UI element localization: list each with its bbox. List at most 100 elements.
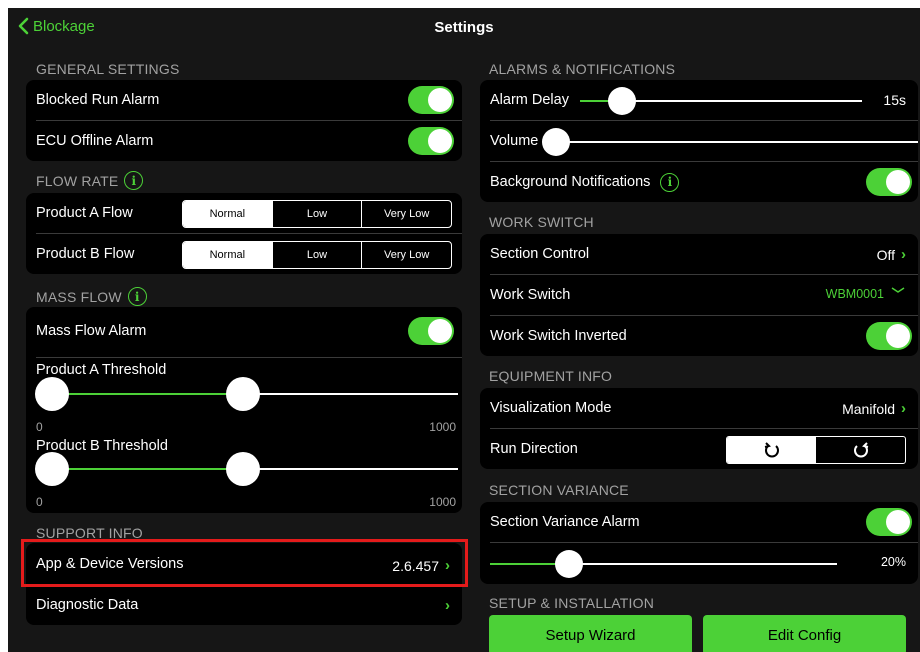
segment-normal[interactable]: Normal (183, 201, 272, 227)
nav-bar: Blockage Settings (8, 8, 920, 50)
product-a-max-label: 1000 (429, 420, 456, 434)
rotate-clockwise-icon (764, 442, 779, 458)
equipment-info-card: Visualization Mode Manifold › Run Directi… (480, 388, 918, 469)
run-direction-label: Run Direction (490, 441, 578, 457)
blocked-run-alarm-label: Blocked Run Alarm (36, 92, 160, 108)
ecu-offline-alarm-row: ECU Offline Alarm (36, 121, 462, 161)
section-variance-value: 20% (880, 555, 906, 569)
mass-flow-card: Mass Flow Alarm Product A Threshold 0 10… (26, 307, 462, 513)
toggle-knob (428, 129, 452, 153)
chevron-right-icon: › (445, 557, 450, 574)
alarm-delay-value: 15s (883, 92, 906, 108)
run-direction-segmented[interactable] (726, 436, 906, 464)
visualization-mode-value: Manifold › (842, 400, 906, 417)
product-a-flow-label: Product A Flow (36, 205, 133, 221)
product-a-flow-segmented[interactable]: Normal Low Very Low (182, 200, 452, 228)
product-b-min-thumb[interactable] (35, 452, 69, 486)
work-switch-label: Work Switch (490, 287, 571, 303)
general-settings-card: Blocked Run Alarm ECU Offline Alarm (26, 80, 462, 161)
mass-flow-alarm-label: Mass Flow Alarm (36, 323, 147, 339)
work-switch-value: WBM0001 (826, 287, 906, 301)
settings-screen: Blockage Settings GENERAL SETTINGS Block… (8, 8, 920, 652)
visualization-mode-label: Visualization Mode (490, 400, 612, 416)
work-switch-inverted-toggle[interactable] (866, 322, 912, 350)
divider (36, 357, 462, 358)
volume-thumb[interactable] (542, 128, 570, 156)
segment-low[interactable]: Low (271, 242, 362, 268)
mass-flow-alarm-row: Mass Flow Alarm (36, 311, 462, 351)
alarm-delay-thumb[interactable] (608, 87, 636, 115)
ecu-offline-alarm-toggle[interactable] (408, 127, 454, 155)
section-variance-alarm-row: Section Variance Alarm (490, 502, 918, 542)
background-notifications-row: Background Notifications i (490, 162, 918, 202)
section-variance-card: Section Variance Alarm 20% (480, 502, 918, 584)
product-a-threshold-label: Product A Threshold (36, 362, 167, 378)
segment-low[interactable]: Low (271, 201, 362, 227)
section-variance-alarm-label: Section Variance Alarm (490, 514, 640, 530)
rotate-clockwise-option[interactable] (727, 437, 816, 463)
toggle-knob (886, 324, 910, 348)
product-b-flow-label: Product B Flow (36, 246, 135, 262)
setup-installation-header: SETUP & INSTALLATION (489, 595, 655, 611)
diagnostic-data-row[interactable]: Diagnostic Data (36, 585, 462, 625)
chevron-right-icon: › (901, 400, 906, 417)
volume-track[interactable] (548, 141, 918, 143)
flow-rate-header: FLOW RATE i (36, 171, 144, 190)
chevron-right-icon: › (901, 246, 906, 263)
product-a-min-thumb[interactable] (35, 377, 69, 411)
mass-flow-alarm-toggle[interactable] (408, 317, 454, 345)
general-settings-header: GENERAL SETTINGS (36, 61, 180, 77)
section-control-value: Off › (876, 246, 906, 263)
info-icon[interactable]: i (127, 287, 147, 306)
chevron-right-icon: › (445, 597, 450, 614)
product-a-max-thumb[interactable] (226, 377, 260, 411)
product-b-flow-segmented[interactable]: Normal Low Very Low (182, 241, 452, 269)
work-switch-header: WORK SWITCH (489, 214, 594, 230)
divider (490, 542, 918, 543)
alarms-notifications-header: ALARMS & NOTIFICATIONS (489, 61, 676, 77)
chevron-down-icon (891, 287, 905, 293)
support-info-card: App & Device Versions 2.6.457 › Diagnosti… (26, 543, 462, 625)
section-variance-thumb[interactable] (555, 550, 583, 578)
toggle-knob (886, 510, 910, 534)
alarms-card: Alarm Delay 15s Volume Background Notifi… (480, 80, 918, 202)
flow-rate-card: Product A Flow Normal Low Very Low Produ… (26, 193, 462, 274)
product-b-min-label: 0 (36, 495, 43, 509)
rotate-counterclockwise-icon (853, 442, 868, 458)
info-icon[interactable]: i (660, 172, 680, 192)
product-a-min-label: 0 (36, 420, 43, 434)
work-switch-inverted-row: Work Switch Inverted (490, 316, 918, 356)
segment-very-low[interactable]: Very Low (361, 201, 451, 227)
ecu-offline-alarm-label: ECU Offline Alarm (36, 133, 154, 149)
info-icon[interactable]: i (124, 171, 144, 190)
alarm-delay-label: Alarm Delay (490, 92, 569, 108)
work-switch-inverted-label: Work Switch Inverted (490, 328, 627, 344)
work-switch-card: Section Control Off › Work Switch WBM0001… (480, 234, 918, 356)
app-version-value: 2.6.457 › (392, 557, 450, 574)
section-control-row[interactable]: Section Control (490, 234, 918, 274)
blocked-run-alarm-row: Blocked Run Alarm (36, 80, 462, 120)
diagnostic-data-label: Diagnostic Data (36, 597, 139, 613)
equipment-info-header: EQUIPMENT INFO (489, 368, 613, 384)
section-variance-header: SECTION VARIANCE (489, 482, 629, 498)
rotate-counterclockwise-option[interactable] (816, 437, 905, 463)
background-notifications-label: Background Notifications (490, 174, 651, 190)
toggle-knob (428, 319, 452, 343)
app-device-versions-label: App & Device Versions (36, 556, 184, 572)
segment-very-low[interactable]: Very Low (361, 242, 451, 268)
blocked-run-alarm-toggle[interactable] (408, 86, 454, 114)
section-variance-alarm-toggle[interactable] (866, 508, 912, 536)
setup-wizard-button[interactable]: Setup Wizard (489, 615, 692, 652)
section-control-label: Section Control (490, 246, 590, 262)
volume-label: Volume (490, 133, 539, 149)
diagnostic-chevron: › (439, 597, 450, 614)
mass-flow-header: MASS FLOW i (36, 287, 147, 306)
toggle-knob (428, 88, 452, 112)
support-info-header: SUPPORT INFO (36, 525, 143, 541)
toggle-knob (886, 170, 910, 194)
background-notifications-toggle[interactable] (866, 168, 912, 196)
segment-normal[interactable]: Normal (183, 242, 272, 268)
edit-config-button[interactable]: Edit Config (703, 615, 906, 652)
product-b-max-label: 1000 (429, 495, 456, 509)
product-b-max-thumb[interactable] (226, 452, 260, 486)
